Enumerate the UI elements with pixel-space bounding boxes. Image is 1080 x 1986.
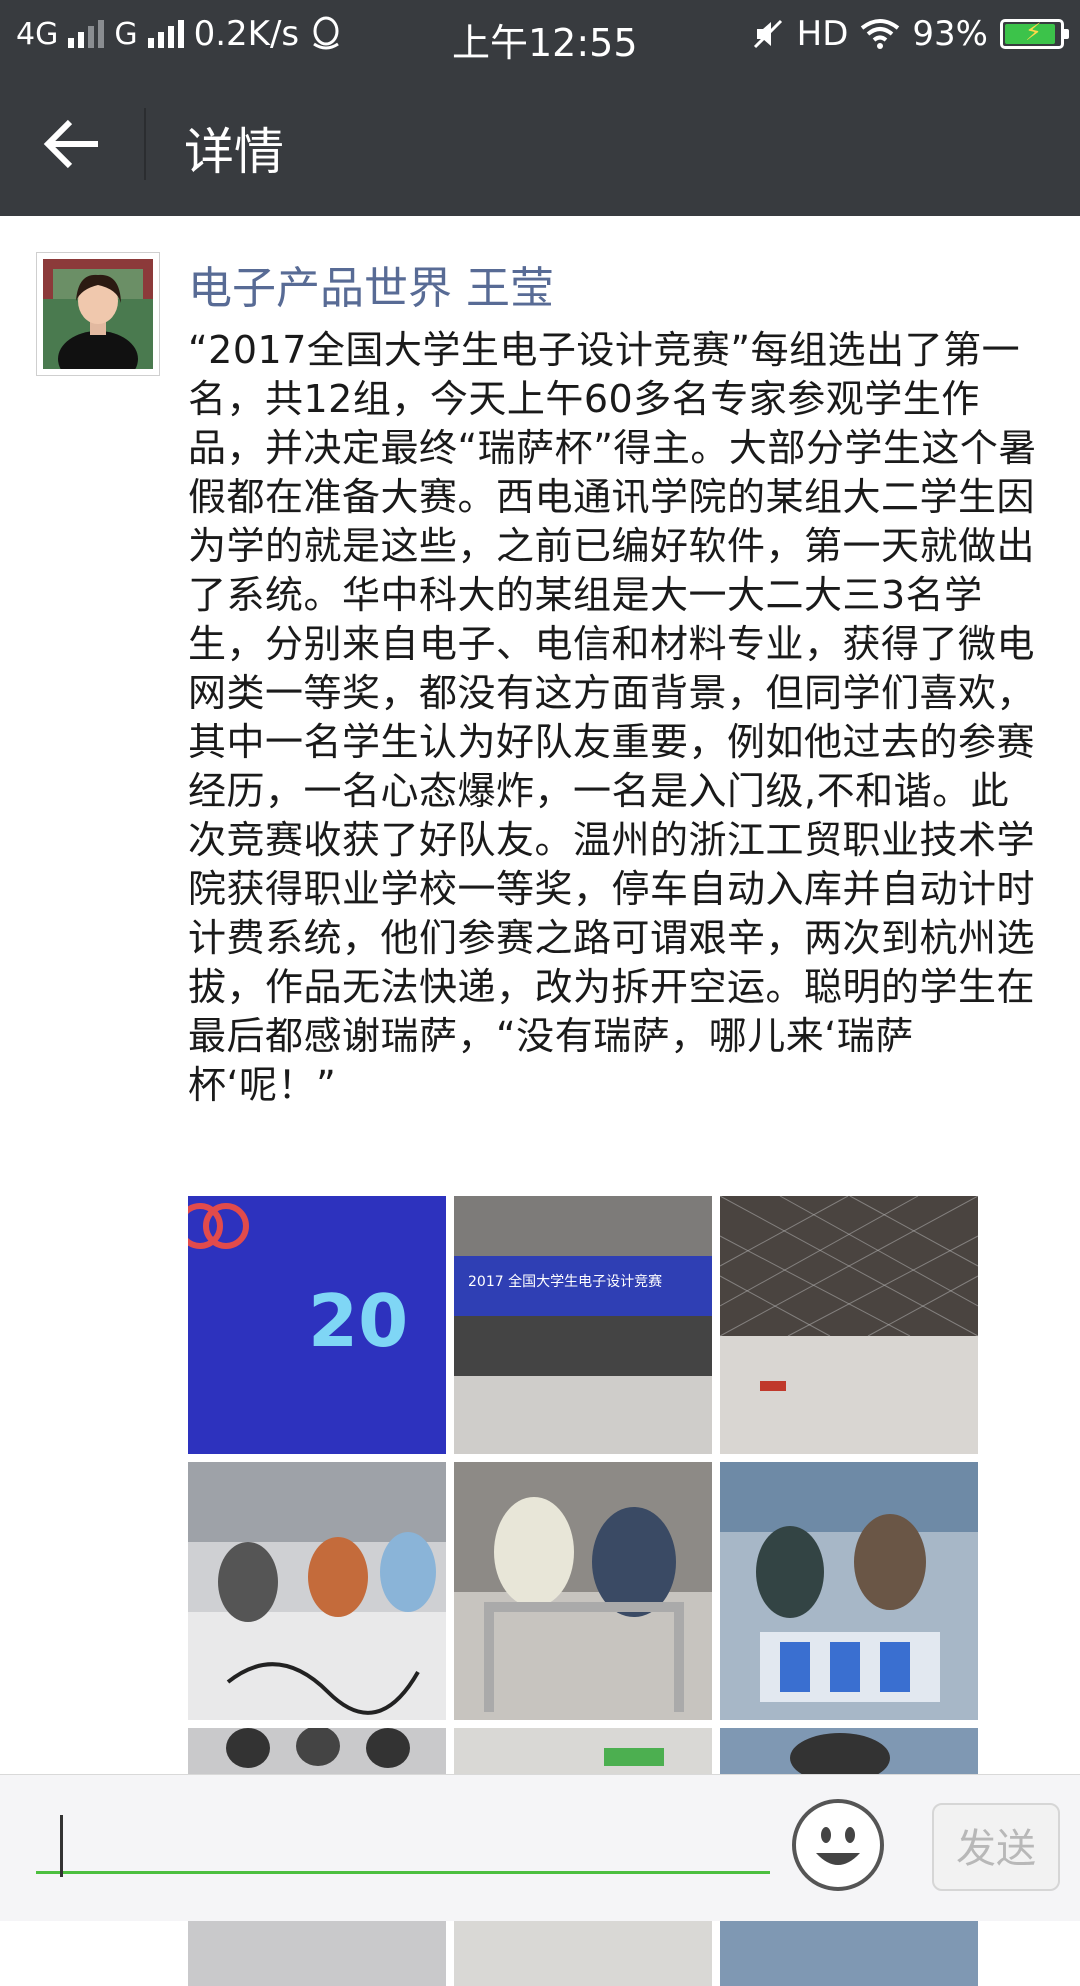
smiley-icon [792,1799,884,1891]
photo-6[interactable] [720,1462,978,1720]
clock: 上午12:55 [452,21,638,65]
post-author[interactable]: 电子产品世界 王莹 [188,252,554,316]
page-title: 详情 [184,123,284,181]
photo-1[interactable]: 20 [188,1196,446,1454]
network-speed: 0.2K/s [193,14,300,54]
photo-4[interactable] [188,1462,446,1720]
back-arrow-icon [43,119,98,169]
photo-5[interactable] [454,1462,712,1720]
emoji-button[interactable] [790,1797,886,1893]
status-bar: 4G G 0.2K/s 上午12:55 HD 93% ⚡ [0,0,1080,72]
status-right: HD 93% ⚡ [751,14,1069,54]
comment-input[interactable] [36,1805,770,1874]
charging-bolt-icon: ⚡ [1025,18,1042,46]
title-divider [144,108,146,180]
back-button[interactable] [40,114,110,174]
hd-label: HD [796,14,849,54]
signal-icon-2 [147,20,184,48]
avatar-image [43,259,153,369]
avatar[interactable] [36,252,160,376]
photo-2[interactable]: 2017 全国大学生电子设计竞赛 [454,1196,712,1454]
send-button[interactable]: 发送 [932,1803,1060,1891]
photo-text-2: 2017 全国大学生电子设计竞赛 [468,1273,662,1290]
status-left: 4G G 0.2K/s [16,14,343,54]
text-cursor [60,1815,63,1877]
post-text: “2017全国大学生电子设计竞赛”每组选出了第一名，共12组，今天上午60多名专… [188,328,1037,1107]
title-bar: 详情 [0,72,1080,216]
battery-percent: 93% [912,14,988,54]
comment-composer: 发送 [0,1774,1080,1921]
mute-icon [753,19,782,49]
battery-icon: ⚡ [1000,18,1069,49]
qq-icon [313,16,339,50]
photo-3[interactable] [720,1196,978,1454]
network-type: 4G [16,16,59,52]
network-type-2: G [114,16,138,52]
signal-icon [68,20,105,48]
wifi-icon [861,19,900,49]
photo-text-1: 20 [308,1279,408,1363]
